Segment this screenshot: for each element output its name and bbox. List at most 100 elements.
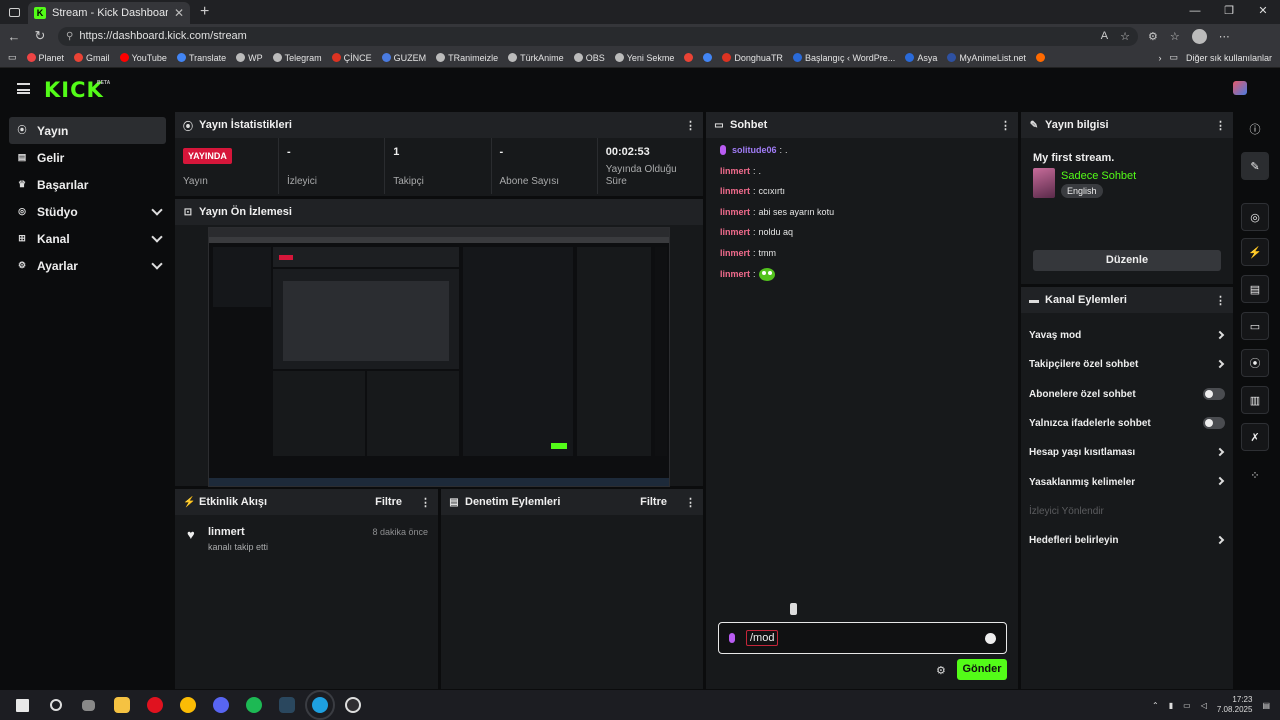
window-menu-icon[interactable] bbox=[0, 0, 28, 24]
chrome-icon[interactable] bbox=[171, 690, 204, 720]
chat-icon[interactable]: ▭ bbox=[1241, 312, 1269, 340]
info-icon[interactable]: ⓘ bbox=[1241, 115, 1269, 143]
category-name[interactable]: Sadece Sohbet bbox=[1061, 170, 1136, 182]
bookmark-translate[interactable]: Translate bbox=[176, 53, 226, 63]
mic-icon[interactable] bbox=[729, 633, 735, 643]
bookmark-planet[interactable]: Planet bbox=[26, 53, 64, 63]
bookmark-youtube[interactable]: YouTube bbox=[119, 53, 167, 63]
favorite-star-icon[interactable]: ☆ bbox=[1120, 30, 1130, 43]
windows-start-icon[interactable] bbox=[6, 690, 39, 720]
profile-icon[interactable] bbox=[1191, 28, 1207, 44]
clock[interactable]: 17:23 7.08.2025 bbox=[1217, 695, 1253, 715]
tray-app-icon[interactable]: ▮ bbox=[1169, 701, 1173, 710]
opera-icon[interactable] bbox=[138, 690, 171, 720]
more-options-icon[interactable]: ⋮ bbox=[1215, 294, 1226, 307]
kick-logo[interactable]: KICK bbox=[44, 78, 104, 102]
bookmark-donghuatr[interactable]: DonghuaTR bbox=[722, 53, 783, 63]
bookmark-cince[interactable]: ÇİNCE bbox=[331, 53, 372, 63]
new-tab-icon[interactable]: + bbox=[200, 3, 209, 21]
bookmark-drive[interactable] bbox=[703, 53, 713, 62]
more-options-icon[interactable]: ⋮ bbox=[420, 496, 431, 509]
chat-username[interactable]: linmert bbox=[720, 268, 750, 280]
chat-settings-icon[interactable]: ⚙ bbox=[936, 664, 946, 677]
task-view-icon[interactable] bbox=[72, 690, 105, 720]
studio-icon[interactable]: ◎ bbox=[1241, 203, 1269, 231]
chat-username[interactable]: linmert bbox=[720, 206, 750, 218]
notifications-icon[interactable]: ▤ bbox=[1262, 701, 1270, 710]
more-options-icon[interactable]: ⋮ bbox=[1215, 119, 1226, 132]
sidebar-item-kanal[interactable]: ⊞ Kanal bbox=[9, 225, 166, 252]
favorites-icon[interactable]: ☆ bbox=[1170, 30, 1180, 43]
emoji-icon[interactable] bbox=[985, 632, 996, 644]
send-button[interactable]: Gönder bbox=[957, 659, 1007, 680]
action-account-age[interactable]: Hesap yaşı kısıtlaması bbox=[1021, 438, 1233, 467]
bookmark-gmail[interactable]: Gmail bbox=[74, 53, 110, 63]
reload-icon[interactable]: ↻ bbox=[32, 28, 48, 44]
emotes-only-toggle[interactable] bbox=[1203, 416, 1225, 429]
chat-username[interactable]: linmert bbox=[720, 165, 750, 177]
file-explorer-icon[interactable] bbox=[105, 690, 138, 720]
bookmark-myanimelist[interactable]: MyAnimeList.net bbox=[947, 53, 1026, 63]
sidebar-item-gelir[interactable]: ▤ Gelir bbox=[9, 144, 166, 171]
bookmark-wordpress[interactable]: Başlangıç ‹ WordPre... bbox=[792, 53, 895, 63]
bookmark-tranimeizle[interactable]: TRanimeizle bbox=[436, 53, 498, 63]
network-icon[interactable]: ▭ bbox=[1183, 701, 1191, 710]
action-slow-mode[interactable]: Yavaş mod bbox=[1021, 321, 1233, 350]
close-window-icon[interactable]: ✕ bbox=[1246, 0, 1280, 24]
broadcast-icon[interactable]: ⦿ bbox=[1241, 349, 1269, 377]
spotify-icon[interactable] bbox=[237, 690, 270, 720]
more-options-icon[interactable]: ⋯ bbox=[1219, 30, 1230, 43]
bookmark-asya[interactable]: Asya bbox=[905, 53, 937, 63]
back-icon[interactable]: ← bbox=[6, 29, 22, 44]
sidebar-item-basarilar[interactable]: ♛ Başarılar bbox=[9, 171, 166, 198]
bookmark-telegram[interactable]: Telegram bbox=[272, 53, 322, 63]
other-bookmarks[interactable]: Diğer sık kullanılanlar bbox=[1186, 53, 1272, 63]
bookmark-extra[interactable] bbox=[1035, 53, 1045, 62]
read-aloud-icon[interactable]: A bbox=[1101, 30, 1108, 43]
minimize-icon[interactable]: — bbox=[1178, 0, 1212, 24]
bookmark-gmail-2[interactable] bbox=[684, 53, 694, 62]
filter-button[interactable]: Filtre bbox=[640, 496, 667, 508]
more-options-icon[interactable]: ⋮ bbox=[685, 496, 696, 509]
search-icon[interactable] bbox=[39, 690, 72, 720]
discord-icon[interactable] bbox=[204, 690, 237, 720]
more-options-icon[interactable]: ⋮ bbox=[685, 119, 696, 132]
chat-input-text[interactable]: /mod bbox=[746, 630, 779, 646]
chat-username[interactable]: linmert bbox=[720, 185, 750, 197]
edit-icon[interactable]: ✎ bbox=[1241, 152, 1269, 180]
tray-overflow-icon[interactable]: ⌃ bbox=[1152, 701, 1159, 710]
extensions-icon[interactable]: ⚙ bbox=[1148, 30, 1158, 43]
lightning-icon[interactable]: ⚡ bbox=[1241, 238, 1269, 266]
bookmark-wp[interactable]: WP bbox=[236, 53, 263, 63]
edge-icon[interactable] bbox=[303, 690, 336, 720]
sidebar-item-yayin[interactable]: ⦿ Yayın bbox=[9, 117, 166, 144]
chat-username[interactable]: linmert bbox=[720, 226, 750, 238]
chat-username[interactable]: solitude06 bbox=[732, 144, 777, 156]
action-followers-only[interactable]: Takipçilere özel sohbet bbox=[1021, 350, 1233, 379]
sidebar-item-ayarlar[interactable]: ⚙ Ayarlar bbox=[9, 252, 166, 279]
url-field[interactable]: ⚲ https://dashboard.kick.com/stream A ☆ bbox=[58, 26, 1138, 46]
bookmark-guzem[interactable]: GUZEM bbox=[381, 53, 426, 63]
layout-icon[interactable]: ▥ bbox=[1241, 386, 1269, 414]
obs-icon[interactable] bbox=[336, 690, 369, 720]
maximize-icon[interactable]: ❐ bbox=[1212, 0, 1246, 24]
site-info-icon[interactable]: ⚲ bbox=[66, 31, 73, 42]
document-icon[interactable]: ▤ bbox=[1241, 275, 1269, 303]
subscribers-only-toggle[interactable] bbox=[1203, 387, 1225, 400]
category-thumbnail[interactable] bbox=[1033, 168, 1055, 198]
steam-icon[interactable] bbox=[270, 690, 303, 720]
add-widget-icon[interactable]: ⁘ bbox=[1241, 461, 1269, 489]
edit-button[interactable]: Düzenle bbox=[1033, 250, 1221, 271]
wrench-icon[interactable]: ✗ bbox=[1241, 423, 1269, 451]
filter-button[interactable]: Filtre bbox=[375, 496, 402, 508]
stream-preview-video[interactable] bbox=[208, 227, 670, 487]
bookmark-yeni-sekme[interactable]: Yeni Sekme bbox=[614, 53, 674, 63]
hamburger-menu-icon[interactable] bbox=[17, 83, 30, 94]
browser-tab[interactable]: K Stream - Kick Dashboard ✕ bbox=[28, 2, 190, 24]
tab-close-icon[interactable]: ✕ bbox=[174, 6, 184, 20]
action-set-goals[interactable]: Hedefleri belirleyin bbox=[1021, 526, 1233, 555]
more-options-icon[interactable]: ⋮ bbox=[1000, 119, 1011, 132]
sidebar-item-studyo[interactable]: ◎ Stüdyo bbox=[9, 198, 166, 225]
chat-input[interactable]: /mod bbox=[718, 622, 1007, 654]
event-user[interactable]: linmert bbox=[208, 526, 268, 538]
